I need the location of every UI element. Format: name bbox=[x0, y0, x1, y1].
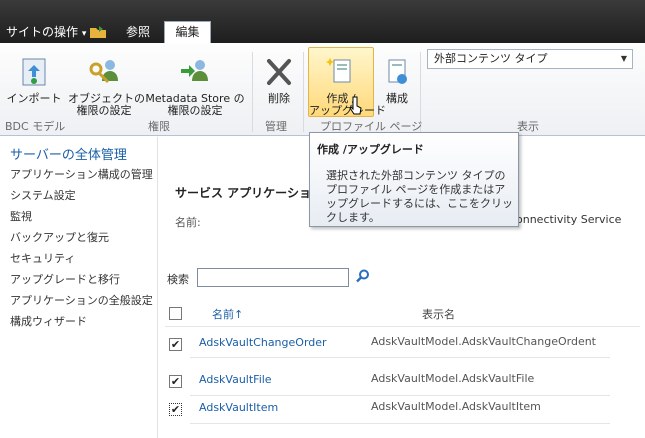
users-arrow-icon bbox=[181, 60, 208, 81]
nav-item[interactable]: 構成ウィザード bbox=[10, 313, 87, 329]
nav-item[interactable]: 監視 bbox=[10, 208, 32, 224]
separator bbox=[252, 52, 253, 132]
nav-item[interactable]: アプリケーション構成の管理 bbox=[10, 166, 153, 182]
column-display-name-header: 表示名 bbox=[422, 308, 455, 321]
nav-item[interactable]: セキュリティ bbox=[10, 250, 75, 266]
row-checkbox[interactable]: ✔ bbox=[169, 375, 182, 388]
tooltip-title: 作成 /アップグレード bbox=[317, 143, 424, 156]
key-users-icon bbox=[89, 60, 118, 84]
row-display-name: AdskVaultModel.AdskVaultFile bbox=[371, 372, 535, 385]
import-button[interactable]: インポート bbox=[4, 55, 64, 115]
quick-launch: サーバーの全体管理 アプリケーション構成の管理 システム設定 監視 バックアップ… bbox=[0, 137, 158, 438]
separator bbox=[303, 52, 304, 132]
top-bar: サイトの操作 ▾ 参照 編集 bbox=[0, 0, 645, 44]
row-name-link[interactable]: AdskVaultChangeOrder bbox=[199, 336, 327, 349]
import-icon bbox=[22, 58, 46, 86]
row-name-link[interactable]: AdskVaultItem bbox=[199, 401, 278, 414]
row-checkbox[interactable]: ✔ bbox=[169, 403, 182, 416]
divider bbox=[165, 326, 640, 327]
row-name-link[interactable]: AdskVaultFile bbox=[199, 373, 272, 386]
search-input[interactable] bbox=[197, 268, 349, 287]
group-view: 表示 bbox=[517, 120, 539, 133]
nav-item[interactable]: アプリケーションの全般設定 bbox=[10, 292, 153, 308]
nav-item[interactable]: アップグレードと移行 bbox=[10, 271, 120, 287]
object-permissions-button[interactable]: オブジェクトの 権限の設定 bbox=[68, 55, 145, 117]
metadata-store-permissions-button[interactable]: Metadata Store の権限の設定 bbox=[140, 55, 250, 117]
group-bdc-model: BDC モデル bbox=[5, 120, 66, 133]
navigate-up-icon[interactable] bbox=[90, 25, 106, 38]
name-label: 名前: bbox=[175, 216, 201, 229]
group-manage: 管理 bbox=[265, 120, 287, 133]
mouse-cursor-icon bbox=[349, 96, 362, 115]
row-checkbox[interactable]: ✔ bbox=[169, 338, 182, 351]
tab-browse[interactable]: 参照 bbox=[126, 25, 150, 39]
select-all-checkbox[interactable] bbox=[169, 307, 182, 320]
nav-item[interactable]: バックアップと復元 bbox=[10, 229, 109, 245]
group-permissions: 権限 bbox=[148, 120, 170, 133]
tooltip-body: 選択された外部コンテンツ タイプのプロファイル ページを作成またはアップグレード… bbox=[326, 169, 513, 224]
search-icon[interactable] bbox=[356, 269, 370, 283]
tab-edit[interactable]: 編集 bbox=[164, 21, 211, 44]
row-display-name: AdskVaultModel.AdskVaultItem bbox=[371, 400, 541, 413]
nav-item[interactable]: システム設定 bbox=[10, 187, 76, 203]
search-label: 検索 bbox=[167, 273, 189, 286]
divider bbox=[190, 357, 610, 358]
delete-x-icon bbox=[267, 59, 291, 85]
dropdown-arrow-icon: ▼ bbox=[620, 54, 627, 63]
site-actions-menu[interactable]: サイトの操作 ▾ bbox=[6, 25, 86, 41]
configure-button[interactable]: 構成 bbox=[378, 55, 416, 115]
create-page-icon bbox=[325, 58, 351, 83]
divider bbox=[190, 423, 610, 424]
nav-central-admin[interactable]: サーバーの全体管理 bbox=[10, 144, 127, 163]
divider bbox=[190, 395, 610, 396]
delete-button[interactable]: 削除 bbox=[258, 55, 300, 115]
row-display-name: AdskVaultModel.AdskVaultChangeOrdent bbox=[371, 335, 596, 348]
column-name-header[interactable]: 名前↑ bbox=[212, 306, 243, 322]
name-value: onnectivity Service bbox=[516, 213, 622, 226]
tooltip: 作成 /アップグレード 選択された外部コンテンツ タイプのプロファイル ページを… bbox=[309, 132, 519, 227]
configure-page-icon bbox=[388, 59, 407, 84]
create-upgrade-button[interactable]: 作成 / アップグレード bbox=[309, 55, 386, 117]
view-select[interactable]: 外部コンテンツ タイプ ▼ bbox=[427, 49, 633, 69]
